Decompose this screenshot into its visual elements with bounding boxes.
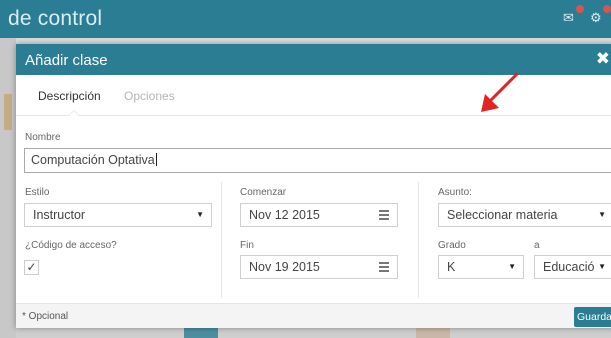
modal-footer: * Opcional Guardar bbox=[16, 303, 611, 328]
column-divider bbox=[418, 182, 419, 298]
notification-badge bbox=[576, 5, 584, 13]
alerts-badge bbox=[603, 5, 611, 13]
nombre-label: Nombre bbox=[25, 132, 61, 143]
chevron-down-icon: ▼ bbox=[196, 210, 204, 219]
nombre-input[interactable]: Computación Optativa bbox=[24, 148, 611, 173]
comenzar-label: Comenzar bbox=[240, 187, 287, 198]
optional-note: * Opcional bbox=[22, 311, 69, 322]
a-select[interactable]: Educació ▼ bbox=[534, 255, 611, 279]
background-sidebar bbox=[0, 38, 16, 338]
calendar-icon[interactable] bbox=[379, 210, 389, 220]
save-button[interactable]: Guardar bbox=[574, 307, 611, 327]
annotation-arrow-icon bbox=[481, 72, 519, 112]
grado-value: K bbox=[447, 260, 456, 274]
codigo-checkbox[interactable]: ✓ bbox=[24, 260, 39, 275]
grado-select[interactable]: K ▼ bbox=[438, 255, 524, 279]
fin-value: Nov 19 2015 bbox=[249, 260, 320, 274]
asunto-select[interactable]: Seleccionar materia ▼ bbox=[438, 203, 611, 227]
active-tab-indicator bbox=[68, 110, 80, 116]
comenzar-value: Nov 12 2015 bbox=[249, 208, 320, 222]
notification-icon[interactable]: ✉ bbox=[563, 5, 584, 25]
asunto-value: Seleccionar materia bbox=[447, 208, 558, 222]
grado-label: Grado bbox=[438, 240, 466, 251]
text-cursor bbox=[155, 153, 157, 166]
chevron-down-icon: ▼ bbox=[508, 262, 516, 271]
codigo-label: ¿Código de acceso? bbox=[25, 240, 117, 251]
background-accent bbox=[4, 94, 12, 130]
app-topbar: de control ✉ ⚙ bbox=[0, 0, 611, 38]
close-icon[interactable]: ✖ bbox=[596, 49, 610, 69]
comenzar-date-input[interactable]: Nov 12 2015 bbox=[240, 203, 398, 227]
estilo-label: Estilo bbox=[25, 187, 50, 198]
tab-descripcion[interactable]: Descripción bbox=[38, 89, 101, 103]
calendar-icon[interactable] bbox=[379, 262, 389, 272]
asunto-label: Asunto: bbox=[438, 187, 472, 198]
estilo-value: Instructor bbox=[33, 208, 86, 222]
a-value: Educació bbox=[543, 260, 595, 274]
dashboard-title: de control bbox=[8, 7, 103, 30]
modal-title: Añadir clase bbox=[25, 52, 108, 69]
chevron-down-icon: ▼ bbox=[596, 256, 606, 278]
alerts-icon[interactable]: ⚙ bbox=[590, 5, 611, 25]
estilo-select[interactable]: Instructor ▼ bbox=[24, 203, 212, 227]
chevron-down-icon: ▼ bbox=[598, 210, 606, 219]
nombre-value: Computación Optativa bbox=[31, 153, 155, 167]
fin-date-input[interactable]: Nov 19 2015 bbox=[240, 255, 398, 279]
fin-label: Fin bbox=[240, 240, 254, 251]
a-label: a bbox=[534, 240, 540, 251]
tab-opciones[interactable]: Opciones bbox=[124, 89, 175, 103]
column-divider bbox=[221, 182, 222, 298]
